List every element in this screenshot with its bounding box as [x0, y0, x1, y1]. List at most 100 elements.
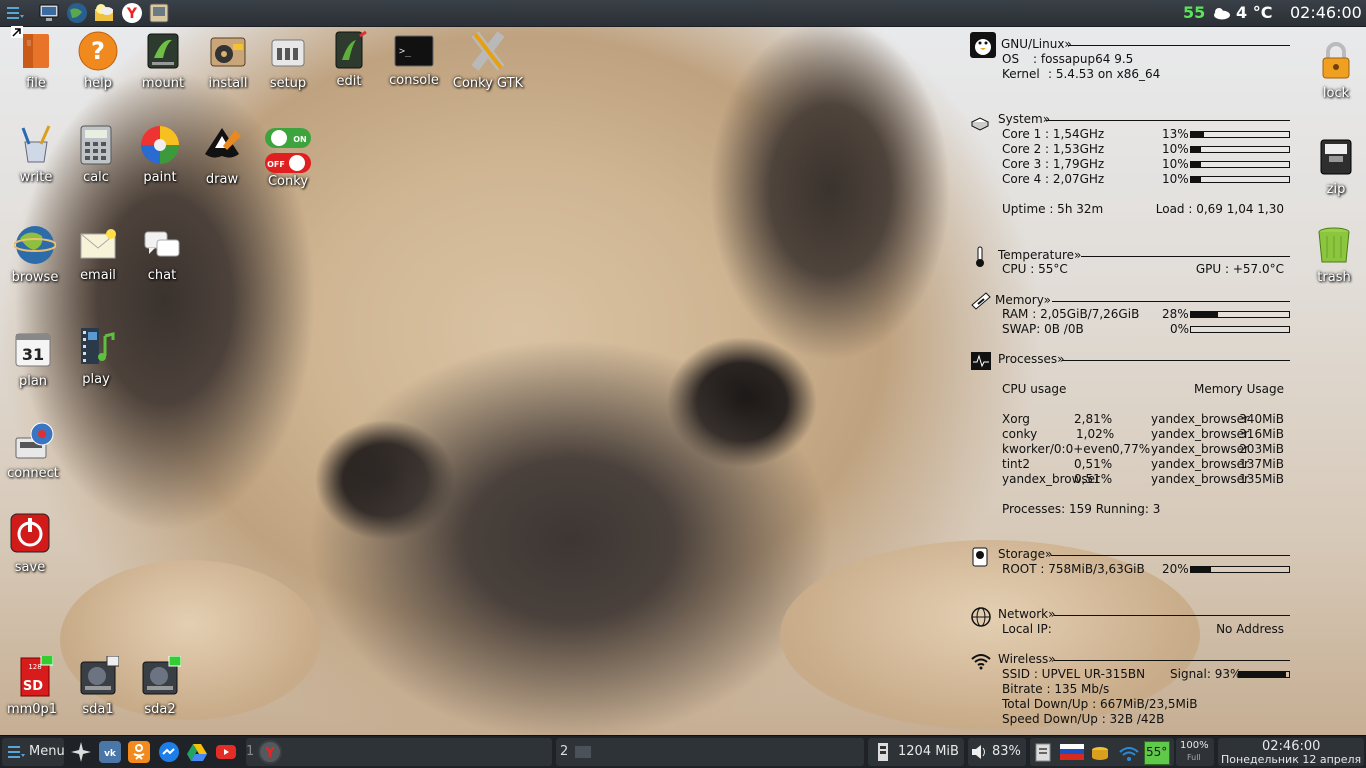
desktop-icon-play[interactable]: play	[64, 326, 128, 387]
desktop-icon-zip[interactable]: zip	[1304, 136, 1366, 197]
globe-icon	[13, 224, 57, 266]
root-percent: 20%	[1162, 562, 1189, 576]
yandex-icon[interactable]: Y	[121, 2, 143, 24]
help-icon: ?	[77, 30, 119, 72]
menu-button[interactable]: Menu	[2, 738, 65, 766]
section-divider	[1046, 120, 1290, 121]
calendar-icon: 31	[12, 328, 54, 370]
drive-tray-icon[interactable]	[1090, 745, 1110, 761]
archive-icon	[1315, 136, 1357, 178]
youtube-icon[interactable]	[215, 741, 237, 763]
process-cpu-value: 0,51%	[1074, 457, 1113, 471]
desktop-icon-label: write	[19, 170, 53, 185]
desktop-icon-email[interactable]: email	[66, 224, 130, 283]
yandex-icon: Y	[260, 742, 280, 762]
desktop-icon-install[interactable]: install	[196, 30, 260, 91]
ram-icon	[878, 743, 888, 761]
desktop-icon-mount[interactable]: mount	[131, 30, 195, 91]
desktop-icon-sda2[interactable]: sda2	[128, 655, 192, 717]
wifi-icon[interactable]	[1118, 744, 1140, 762]
taskbar-clock[interactable]: 02:46:00 Понедельник 12 апреля	[1218, 738, 1364, 766]
process-mem-value: 137MiB	[1239, 457, 1284, 471]
cpu-temp-value: 55°	[1146, 745, 1168, 759]
memory-value: 1204 MiB	[898, 744, 959, 759]
desktop-icon-trash[interactable]: trash	[1302, 224, 1366, 285]
yandex-window-button[interactable]: Y	[258, 740, 282, 764]
desktop-icon-connect[interactable]: connect	[1, 420, 65, 481]
desktop-icon-lock[interactable]: lock	[1304, 40, 1366, 101]
battery-indicator[interactable]: 100% Full	[1176, 738, 1214, 766]
monitor-icon[interactable]	[38, 2, 60, 24]
process-mem-name: yandex_browser	[1151, 442, 1249, 456]
desktop-icon-edit[interactable]: edit	[317, 30, 381, 89]
desktop-icon-help[interactable]: ? help	[66, 30, 130, 91]
globe-icon[interactable]	[66, 2, 88, 24]
desktop-icon-conky-gtk[interactable]: Conky GTK	[452, 30, 524, 91]
desktop-icon-label: chat	[147, 268, 177, 283]
trash-icon	[1313, 224, 1355, 266]
desktop-icon-sda1[interactable]: sda1	[66, 655, 130, 717]
desktop-icon-draw[interactable]: draw	[190, 126, 254, 187]
desktop-2[interactable]: 2	[556, 738, 864, 766]
memory-usage-header: Memory Usage	[1193, 382, 1284, 396]
vk-icon[interactable]: vk	[99, 741, 121, 763]
conky-memory-title: Memory»	[995, 293, 1051, 307]
cpu-temp-badge[interactable]: 55°	[1144, 741, 1170, 765]
desktop-icon-label: connect	[7, 466, 59, 481]
star-icon[interactable]	[70, 741, 92, 763]
folder-icon	[11, 26, 57, 72]
odnoklassniki-icon[interactable]	[128, 741, 150, 763]
desktop-icon-write[interactable]: write	[4, 124, 68, 185]
desktop-icon-file[interactable]: file	[4, 26, 68, 91]
messenger-icon[interactable]	[158, 741, 180, 763]
volume-control[interactable]: 83%	[968, 738, 1026, 766]
conky-gnu-header: GNU/Linux»	[968, 30, 1292, 58]
desktop-icon-label: draw	[205, 172, 239, 187]
desktop-icon-console[interactable]: >_ console	[382, 30, 446, 88]
desktop-icon-browse[interactable]: browse	[3, 224, 67, 285]
core-3-bar-fill	[1191, 162, 1201, 167]
process-cpu-name: Xorg	[1002, 412, 1030, 426]
desktop-icon-calc[interactable]: calc	[64, 124, 128, 185]
weather-folder-icon[interactable]	[93, 2, 115, 24]
desktop-icon-setup[interactable]: setup	[256, 30, 320, 91]
desktop-icon-mm0p1[interactable]: 128 SD mm0p1	[0, 654, 64, 717]
image-viewer-icon[interactable]	[148, 2, 170, 24]
film-music-icon	[75, 326, 117, 368]
desktop-icon-label: paint	[143, 170, 177, 185]
process-mem-value: 316MiB	[1239, 427, 1284, 441]
wifi-icon	[970, 651, 991, 671]
core-3-label: Core 3 : 1,79GHz	[1002, 157, 1105, 171]
conky-gnu-title: GNU/Linux»	[1001, 37, 1072, 51]
window-icon	[575, 746, 591, 758]
core-2-label: Core 2 : 1,53GHz	[1002, 142, 1105, 156]
weather-temperature[interactable]: 4 °C	[1236, 3, 1272, 22]
kernel-label: Kernel	[1002, 67, 1040, 81]
desktop-icon-save[interactable]: save	[0, 512, 62, 575]
desktop-icon-plan[interactable]: 31 plan	[1, 328, 65, 389]
quick-launch: vk	[66, 738, 246, 766]
local-ip-label: Local IP:	[1002, 622, 1052, 636]
russian-flag-icon[interactable]	[1060, 744, 1084, 760]
clock-time: 02:46:00	[1262, 739, 1321, 754]
core-2-percent: 10%	[1162, 142, 1189, 156]
ssid: SSID : UPVEL UR-315BN	[1002, 667, 1146, 681]
menu-icon[interactable]	[4, 2, 26, 24]
svg-text:Y: Y	[264, 746, 275, 761]
clipboard-icon[interactable]	[1034, 742, 1052, 762]
desktop-icon-label: play	[82, 372, 110, 387]
desktop-icon-paint[interactable]: paint	[128, 124, 192, 185]
desktop-1[interactable]: 1 Y	[246, 738, 552, 766]
conky-storage-header: Storage»	[968, 546, 1292, 567]
load-average: Load : 0,69 1,04 1,30	[1155, 202, 1284, 216]
ram-percent: 28%	[1162, 307, 1189, 321]
conky-system-header: System»	[968, 110, 1292, 131]
drive-icon[interactable]	[186, 741, 208, 763]
memory-monitor[interactable]: 1204 MiB	[868, 738, 964, 766]
top-clock[interactable]: 02:46:00	[1290, 3, 1362, 22]
process-summary: Processes: 159 Running: 3	[1002, 502, 1161, 516]
speed: Speed Down/Up : 32B /42B	[1002, 712, 1165, 726]
desktop-icon-chat[interactable]: chat	[130, 224, 194, 283]
desktop-icon-label: console	[389, 73, 439, 88]
desktop-icon-conky[interactable]: ON OFF Conky	[256, 126, 320, 189]
